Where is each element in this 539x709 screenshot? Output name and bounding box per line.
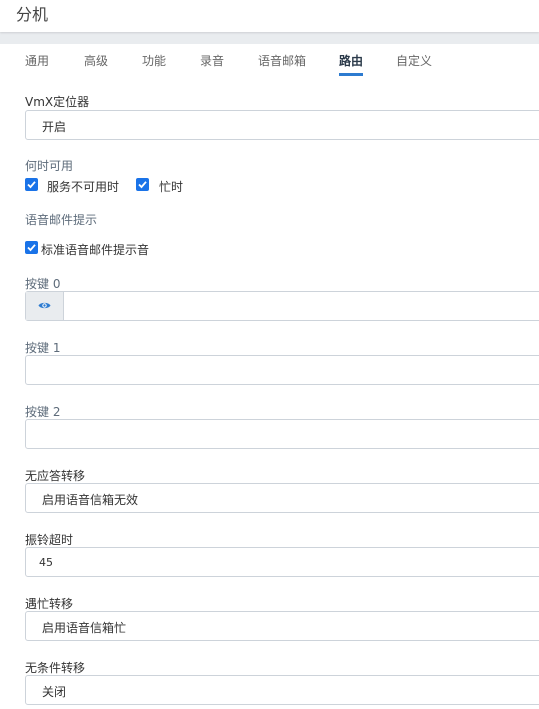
busy-forward-label: 遇忙转移 xyxy=(25,597,74,611)
reveal-button[interactable] xyxy=(26,292,64,320)
tab-bar: 通用 高级 功能 录音 语音邮箱 路由 自定义 xyxy=(0,44,539,77)
vmx-locator-select[interactable]: 开启 xyxy=(25,110,539,140)
service-unavailable-checkbox[interactable] xyxy=(25,178,38,191)
tab-custom[interactable]: 自定义 xyxy=(396,52,432,69)
key2-input[interactable] xyxy=(25,419,539,449)
standard-vm-prompt-label: 标准语音邮件提示音 xyxy=(41,243,150,257)
unconditional-forward-label: 无条件转移 xyxy=(25,661,86,675)
key0-label: 按键 0 xyxy=(25,277,61,291)
vm-prompt-label: 语音邮件提示 xyxy=(25,213,98,227)
unconditional-forward-select[interactable]: 关闭 xyxy=(25,675,539,705)
tab-recording[interactable]: 录音 xyxy=(200,52,224,69)
vmx-locator-value: 开启 xyxy=(42,120,67,134)
tab-voicemail[interactable]: 语音邮箱 xyxy=(258,52,306,69)
page-header: 分机 xyxy=(0,0,539,32)
page-title: 分机 xyxy=(16,5,49,24)
no-answer-value: 启用语音信箱无效 xyxy=(42,493,139,507)
tab-routing[interactable]: 路由 xyxy=(339,52,364,76)
vmx-locator-label: VmX定位器 xyxy=(25,95,90,109)
key1-label: 按键 1 xyxy=(25,341,61,355)
when-available-label: 何时可用 xyxy=(25,159,74,173)
ring-timeout-label: 振铃超时 xyxy=(25,533,74,547)
no-answer-label: 无应答转移 xyxy=(25,469,86,483)
ring-timeout-value: 45 xyxy=(39,556,53,569)
busy-forward-value: 启用语音信箱忙 xyxy=(42,621,127,635)
key1-input[interactable] xyxy=(25,355,539,385)
standard-vm-prompt-checkbox[interactable] xyxy=(25,241,38,254)
check-icon xyxy=(27,181,36,189)
busy-checkbox[interactable] xyxy=(136,178,149,191)
tab-general[interactable]: 通用 xyxy=(25,52,49,69)
eye-icon xyxy=(38,302,51,309)
service-unavailable-label: 服务不可用时 xyxy=(47,180,120,194)
check-icon xyxy=(138,181,147,189)
busy-label: 忙时 xyxy=(159,180,184,194)
no-answer-select[interactable]: 启用语音信箱无效 xyxy=(25,483,539,513)
routing-form: VmX定位器 开启 何时可用 服务不可用时 忙时 语音邮件提示 标准语音邮件提示… xyxy=(0,77,539,709)
unconditional-forward-value: 关闭 xyxy=(42,685,67,699)
key2-label: 按键 2 xyxy=(25,405,61,419)
tab-features[interactable]: 功能 xyxy=(142,52,166,69)
key0-input[interactable] xyxy=(25,291,539,321)
check-icon xyxy=(27,244,36,252)
ring-timeout-input[interactable]: 45 xyxy=(25,547,539,577)
busy-forward-select[interactable]: 启用语音信箱忙 xyxy=(25,611,539,641)
tab-advanced[interactable]: 高级 xyxy=(84,52,108,69)
